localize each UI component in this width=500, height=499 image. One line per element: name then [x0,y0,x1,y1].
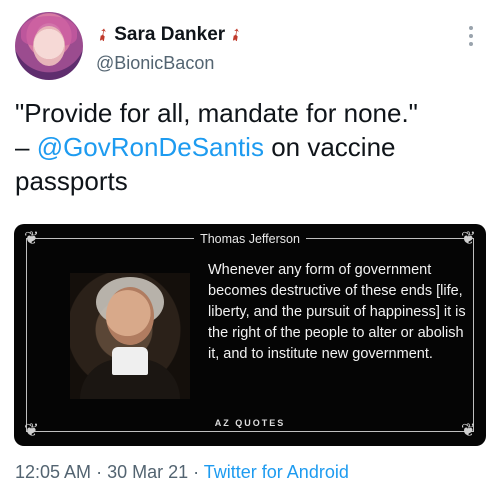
quote-author: Thomas Jefferson [14,232,486,246]
tweet-date[interactable]: 30 Mar 21 [107,462,188,482]
display-name-text: Sara Danker [114,24,226,45]
meta-separator: · [91,462,108,482]
bacon-icon: ➹ [224,22,248,47]
brand-logo: AZ QUOTES [14,418,486,428]
tweet-meta: 12:05 AM · 30 Mar 21 · Twitter for Andro… [15,462,349,483]
tweet-dash: – [15,132,37,162]
author-portrait [70,273,190,399]
quote-text: Whenever any form of government becomes … [208,262,466,362]
bacon-icon: ➹ [91,22,115,47]
avatar[interactable] [15,12,83,80]
display-name[interactable]: ➹ Sara Danker ➹ [92,23,248,47]
mention-link[interactable]: @GovRonDeSantis [37,132,264,162]
quote-image[interactable]: ❦ ❦ ❦ ❦ Thomas Jefferson Whenever any fo… [14,224,486,446]
tweet-time[interactable]: 12:05 AM [15,462,91,482]
tweet-text: "Provide for all, mandate for none." – @… [15,96,485,198]
more-options-icon[interactable] [468,26,474,46]
meta-separator: · [188,462,204,482]
tweet-source-link[interactable]: Twitter for Android [204,462,349,482]
user-handle[interactable]: @BionicBacon [96,53,214,74]
tweet-quote-line: "Provide for all, mandate for none." [15,98,418,128]
avatar-face [33,26,65,66]
